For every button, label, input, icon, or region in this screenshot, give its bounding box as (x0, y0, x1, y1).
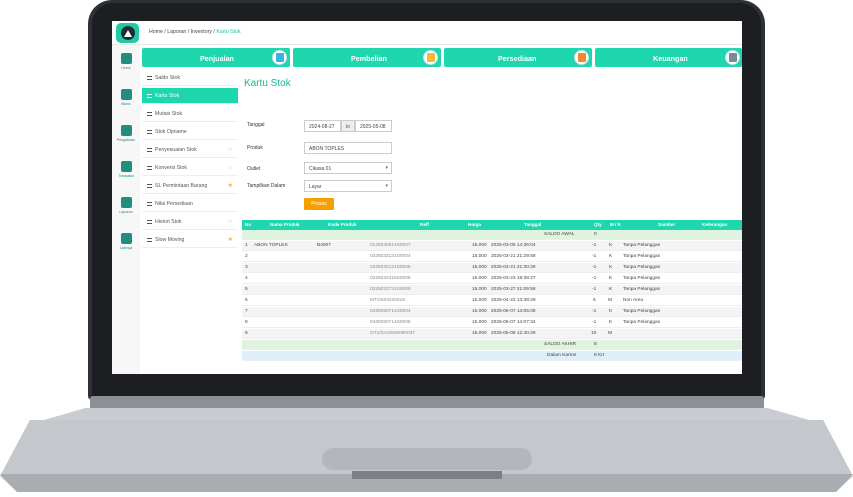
star-icon[interactable]: ★ (228, 182, 233, 189)
list-icon (147, 165, 152, 170)
table-row: 8 0425050714S0006 15.000 2025-05-07 14:0… (242, 318, 742, 328)
briefcase-icon (120, 89, 132, 100)
table-row: 7 0425050714S0004 15.000 2025-05-07 14:0… (242, 307, 742, 317)
date-to-input[interactable]: 2025-05-08 (355, 120, 392, 132)
table-row: 6 MT/2504220018 15.000 2025-04-22 13:38:… (242, 296, 742, 306)
chevron-down-icon: ▾ (385, 183, 388, 189)
tab-persediaan[interactable]: Persediaan (444, 48, 592, 67)
list-icon (147, 75, 152, 80)
saldo-awal-row: SALDO AWAL 0 (242, 230, 742, 240)
keuangan-icon (725, 50, 740, 65)
page-title: Kartu Stok (244, 78, 291, 89)
penjualan-icon (272, 50, 287, 65)
proses-button[interactable]: Proses (304, 198, 334, 210)
breadcrumb-home[interactable]: Home (149, 29, 163, 35)
tab-penjualan[interactable]: Penjualan (142, 48, 290, 67)
receipt-icon (120, 161, 132, 172)
tab-keuangan[interactable]: Keuangan (595, 48, 742, 67)
rail-pengaturan[interactable]: Pengaturan (112, 125, 140, 142)
submenu-histori-stok[interactable]: Histori Stok ☆ (142, 214, 238, 230)
list-icon (147, 237, 152, 242)
tampilkan-select[interactable]: Layar ▾ (304, 180, 392, 192)
clipboard-icon (120, 197, 132, 208)
submenu-nilai-persediaan[interactable]: Nilai Persediaan (142, 196, 238, 212)
table-row: 3 0325032121S0005 15.000 2025-03-21 21:3… (242, 263, 742, 273)
list-icon (147, 201, 152, 206)
list-icon (147, 219, 152, 224)
breadcrumb-inventory[interactable]: Inventory (191, 29, 212, 35)
table-row: 9 OT1/SA/2505080037 15.000 2025-05-08 12… (242, 329, 742, 339)
list-icon (147, 129, 152, 134)
list-icon (147, 147, 152, 152)
trackpad (322, 448, 532, 470)
star-icon[interactable]: ☆ (228, 218, 233, 225)
app-logo[interactable] (116, 23, 139, 43)
produk-input[interactable]: ABON TOPLES (304, 142, 392, 154)
star-icon[interactable]: ☆ (228, 146, 233, 153)
table-row: 1 ABON TOPLES B4007 0125030514S0007 15.0… (242, 241, 742, 251)
screen: Home / Laporan / Inventory / Kartu Stok … (112, 21, 742, 374)
submenu-penyesuaian-stok[interactable]: Penyesuaian Stok ☆ (142, 142, 238, 158)
breadcrumb-current: Kartu Stok (216, 29, 241, 35)
laptop-mockup: Home / Laporan / Inventory / Kartu Stok … (0, 0, 853, 497)
home-icon (120, 53, 132, 64)
dalam-karton-row: Dalam Karton 8 Krt (242, 351, 742, 361)
devices-icon (120, 233, 132, 244)
rail-bisnis[interactable]: Bisnis (112, 89, 140, 106)
submenu-mutasi-stok[interactable]: Mutasi Stok (142, 106, 238, 122)
submenu-konversi-stok[interactable]: Konversi Stok ☆ (142, 160, 238, 176)
submenu-slow-moving[interactable]: Slow Moving ★ (142, 232, 238, 248)
saldo-akhir-row: SALDO AKHIR 8 (242, 340, 742, 350)
submenu-sl-permintaan-barang[interactable]: SL Permintaan Barang ★ (142, 178, 238, 194)
table-header: No Nama Produk Kode Produk Reff Harga Ta… (242, 220, 742, 230)
laptop-hinge (90, 396, 764, 410)
tampilkan-label: Tampilkan Dalam (247, 183, 286, 189)
rail-transaksi[interactable]: Transaksi (112, 161, 140, 178)
pembelian-icon (423, 50, 438, 65)
breadcrumb-laporan[interactable]: Laporan (167, 29, 186, 35)
persediaan-icon (574, 50, 589, 65)
tanggal-label: Tanggal (247, 122, 265, 128)
rail-laporan[interactable]: Laporan (112, 197, 140, 214)
tab-pembelian[interactable]: Pembelian (293, 48, 441, 67)
submenu-stok-opname[interactable]: Stok Opname (142, 124, 238, 140)
date-separator: to (341, 120, 355, 132)
chevron-down-icon: ▾ (385, 165, 388, 171)
produk-label: Produk (247, 145, 263, 151)
outlet-label: Outlet (247, 166, 261, 172)
rail-lainnya[interactable]: Lainnya (112, 233, 140, 250)
module-nav: Penjualan Pembelian Persediaan Keuangan (142, 48, 742, 68)
table-row: 4 0325032318S0006 15.000 2025-03-23 18:3… (242, 274, 742, 284)
submenu-saldo-stok[interactable]: Saldo Stok (142, 70, 238, 86)
star-icon[interactable]: ★ (228, 236, 233, 243)
date-from-input[interactable]: 2024-08-27 (304, 120, 341, 132)
top-bar: Home / Laporan / Inventory / Kartu Stok (112, 21, 742, 45)
left-rail: Home Bisnis Pengaturan Transaksi Laporan… (112, 45, 140, 374)
table-row: 5 0325032721S0009 15.000 2025-03-27 21:0… (242, 285, 742, 295)
list-icon (147, 93, 152, 98)
outlet-select[interactable]: Cikasa 01 ▾ (304, 162, 392, 174)
breadcrumb: Home / Laporan / Inventory / Kartu Stok (149, 29, 241, 35)
rail-home[interactable]: Home (112, 53, 140, 70)
table-row: 2 0325032121S0004 15.000 2025-03-21 21:2… (242, 252, 742, 262)
inventory-submenu: Saldo Stok Kartu Stok Mutasi Stok Stok O… (142, 70, 238, 374)
star-icon[interactable]: ☆ (228, 164, 233, 171)
sliders-icon (120, 125, 132, 136)
list-icon (147, 111, 152, 116)
submenu-kartu-stok[interactable]: Kartu Stok (142, 88, 238, 104)
list-icon (147, 183, 152, 188)
